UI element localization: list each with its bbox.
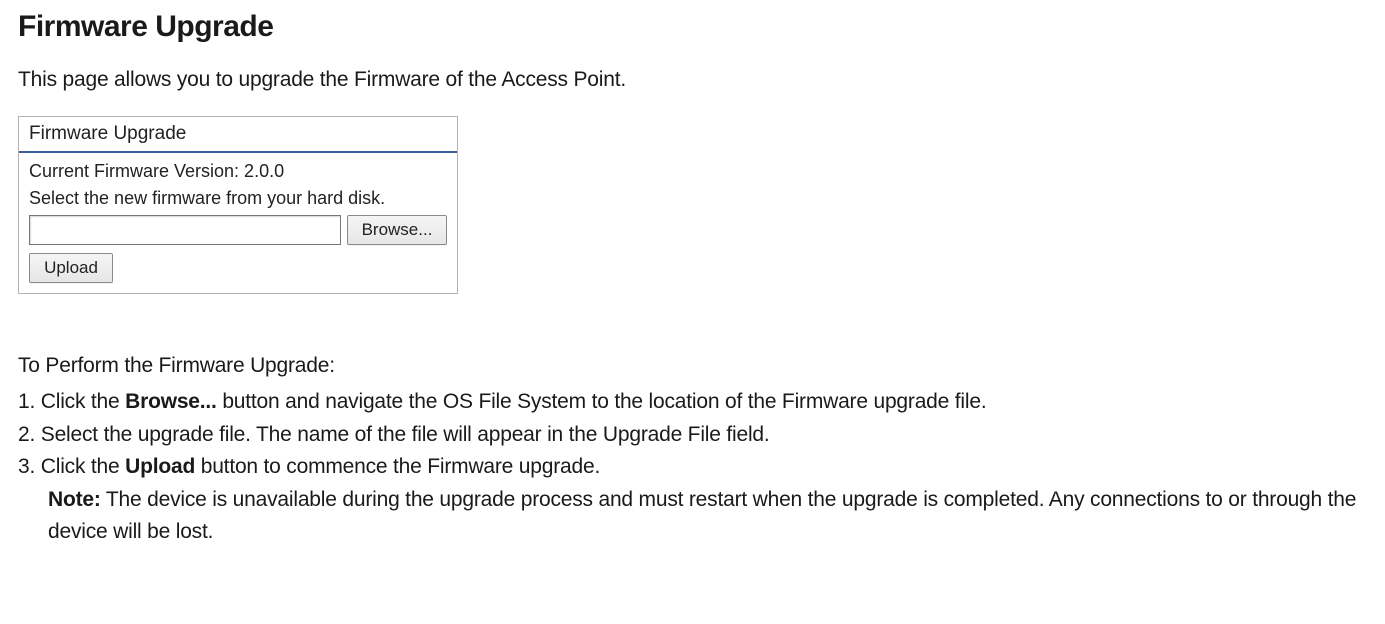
step-2: Select the upgrade file. The name of the… — [18, 419, 1367, 452]
step-3-post: button to commence the Firmware upgrade. — [195, 455, 600, 478]
step-3: Click the Upload button to commence the … — [18, 451, 1367, 484]
panel-body: Current Firmware Version: 2.0.0 Select t… — [19, 153, 457, 293]
current-version-text: Current Firmware Version: 2.0.0 — [29, 161, 447, 182]
steps-heading: To Perform the Firmware Upgrade: — [18, 354, 1367, 378]
firmware-upgrade-panel: Firmware Upgrade Current Firmware Versio… — [18, 116, 458, 294]
intro-text: This page allows you to upgrade the Firm… — [18, 68, 1367, 92]
step-3-bold: Upload — [125, 455, 195, 478]
note-text: The device is unavailable during the upg… — [48, 488, 1356, 544]
step-1-pre: Click the — [41, 390, 125, 413]
steps-list: Click the Browse... button and navigate … — [18, 386, 1367, 484]
step-3-pre: Click the — [41, 455, 125, 478]
browse-button[interactable]: Browse... — [347, 215, 447, 245]
upload-button[interactable]: Upload — [29, 253, 113, 283]
note-label: Note: — [48, 488, 101, 511]
file-picker-row: Browse... — [29, 215, 447, 245]
page-title: Firmware Upgrade — [18, 10, 1367, 44]
select-instruction-text: Select the new firmware from your hard d… — [29, 188, 447, 209]
step-1: Click the Browse... button and navigate … — [18, 386, 1367, 419]
note-block: Note: The device is unavailable during t… — [18, 484, 1367, 549]
panel-header: Firmware Upgrade — [19, 117, 457, 153]
step-1-post: button and navigate the OS File System t… — [217, 390, 987, 413]
step-1-bold: Browse... — [125, 390, 217, 413]
firmware-file-input[interactable] — [29, 215, 341, 245]
